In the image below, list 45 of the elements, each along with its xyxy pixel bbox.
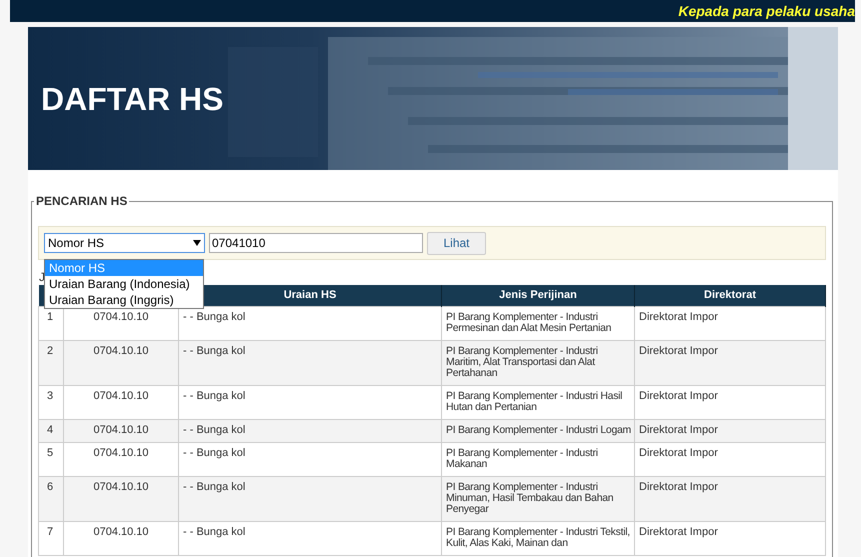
search-type-select[interactable]: Nomor HS xyxy=(44,233,205,253)
result-label: J xyxy=(39,269,45,285)
table-cell: PI Barang Komplementer - Industri Maritim, Alat Transportasi dan Alat Pertahanan xyxy=(442,340,634,385)
table-cell: - - Bunga kol xyxy=(178,385,442,419)
table-cell: 0704.10.10 xyxy=(64,340,178,385)
table-cell: PI Barang Komplementer - Industri Hasil Hutan dan Pertanian xyxy=(442,385,634,419)
table-cell: PI Barang Komplementer - Industri Tekstil, Kulit, Alas Kaki, Mainan dan xyxy=(442,521,634,555)
table-cell: 1 xyxy=(38,306,64,340)
table-cell: - - Bunga kol xyxy=(178,419,442,442)
table-cell: PI Barang Komplementer - Industri Minuman, Hasil Tembakau dan Bahan Penyegar xyxy=(442,476,634,521)
table-cell: 0704.10.10 xyxy=(64,442,178,476)
table-cell: Direktorat Impor xyxy=(634,340,826,385)
search-field[interactable]: 07041010 xyxy=(209,233,423,253)
table-cell: - - Bunga kol xyxy=(178,476,442,521)
marquee-text: Kepada para pelaku usaha xyxy=(678,2,855,21)
table-cell: Direktorat Impor xyxy=(634,306,826,340)
table-cell: Direktorat Impor xyxy=(634,419,826,442)
table-cell: 0704.10.10 xyxy=(64,306,178,340)
table-cell: 4 xyxy=(38,419,64,442)
table-cell: - - Bunga kol xyxy=(178,340,442,385)
table-cell: 7 xyxy=(38,521,64,555)
table-cell: Direktorat Impor xyxy=(634,385,826,419)
table-cell: - - Bunga kol xyxy=(178,306,442,340)
table-cell: Direktorat Impor xyxy=(634,521,826,555)
fieldset-legend: PENCARIAN HS xyxy=(34,192,130,210)
column-header: Jenis Perijinan xyxy=(442,285,634,306)
table-cell: PI Barang Komplementer - Industri Makanan xyxy=(442,442,634,476)
table-cell: 6 xyxy=(38,476,64,521)
table-cell: Direktorat Impor xyxy=(634,476,826,521)
table-cell: Direktorat Impor xyxy=(634,442,826,476)
table-cell: 0704.10.10 xyxy=(64,476,178,521)
page-title: DAFTAR HS xyxy=(41,80,224,118)
table-cell: 0704.10.10 xyxy=(64,385,178,419)
dropdown-caret-icon xyxy=(193,240,201,246)
table-cell: PI Barang Komplementer - Industri Permesinan dan Alat Mesin Pertanian xyxy=(442,306,634,340)
table-cell: PI Barang Komplementer - Industri Logam xyxy=(442,419,634,442)
search-button[interactable]: Lihat xyxy=(427,232,486,254)
column-header: Direktorat xyxy=(634,285,826,306)
table-cell: 0704.10.10 xyxy=(64,521,178,555)
table-cell: 0704.10.10 xyxy=(64,419,178,442)
table-cell: - - Bunga kol xyxy=(178,521,442,555)
table-cell: - - Bunga kol xyxy=(178,442,442,476)
table-cell: 3 xyxy=(38,385,64,419)
table-cell: 2 xyxy=(38,340,64,385)
table-cell: 5 xyxy=(38,442,64,476)
